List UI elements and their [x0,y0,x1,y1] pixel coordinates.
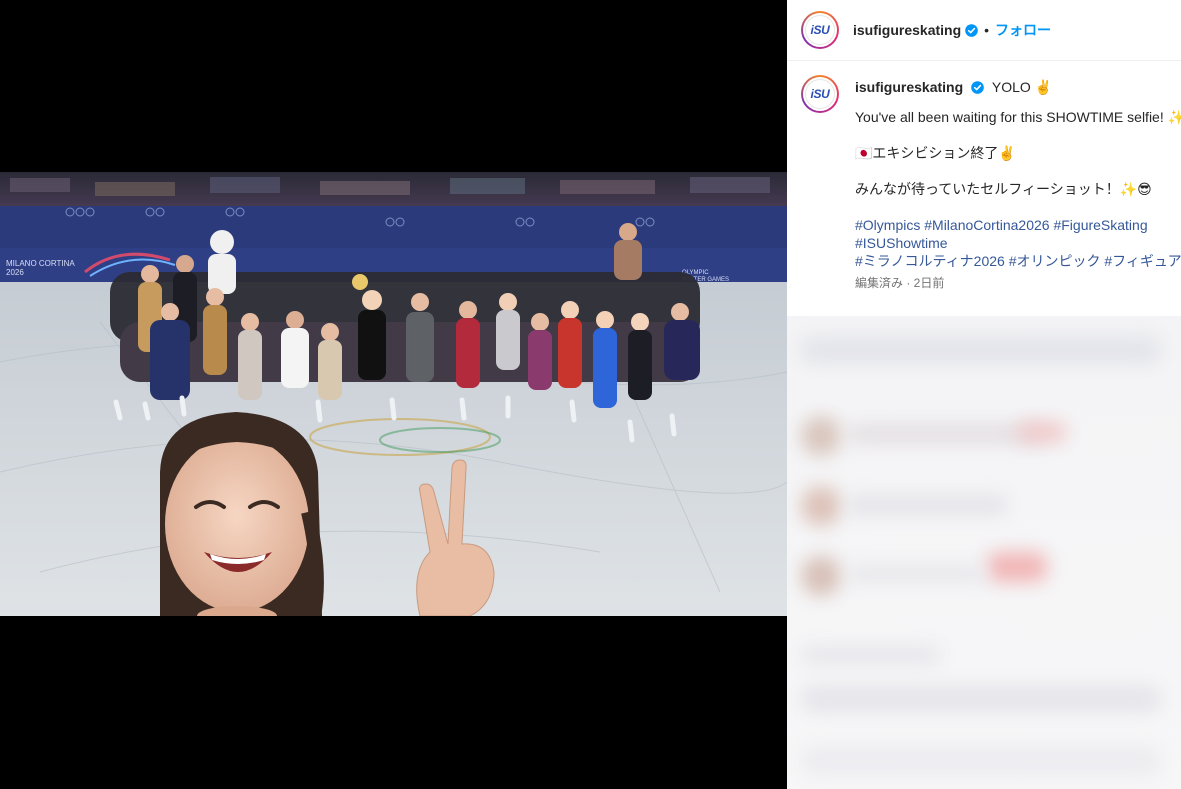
hashtag-link[interactable]: #フィギュア [1104,253,1181,269]
banner-left-text: MILANO CORTINA [6,259,75,268]
caption-username[interactable]: isufigureskating [855,79,963,95]
caption-line-en: You've all been waiting for this SHOWTIM… [855,109,1181,125]
svg-text:2026: 2026 [6,268,24,277]
selfie-person [160,412,324,616]
hashtag-link[interactable]: #オリンピック [1009,253,1101,269]
post-media-area: MILANO CORTINA 2026 OLYMPIC WINTER GAMES [0,0,787,789]
hashtag-list: #Olympics #MilanoCortina2026 #FigureSkat… [855,216,1181,270]
hashtag-link[interactable]: #MilanoCortina2026 [924,217,1049,233]
author-username[interactable]: isufigureskating [853,22,961,38]
caption-line-jp-2: みんなが待っていたセルフィーショット！✨😎 [855,181,1152,197]
hashtag-link[interactable]: #ISUShowtime [855,235,948,251]
caption-line-jp-1: 🇯🇵エキシビション終了✌️ [855,145,1016,161]
blurred-comments-area [787,316,1181,789]
instagram-post-modal: MILANO CORTINA 2026 OLYMPIC WINTER GAMES [0,0,1181,789]
post-photo[interactable]: MILANO CORTINA 2026 OLYMPIC WINTER GAMES [0,172,787,616]
selfie-illustration: MILANO CORTINA 2026 OLYMPIC WINTER GAMES [0,172,787,616]
post-header: iSU isufigureskating • フォロー [787,0,1181,61]
hashtag-link[interactable]: #Olympics [855,217,920,233]
caption-title: YOLO ✌️ [991,79,1053,95]
hashtag-link[interactable]: #ミラノコルティナ2026 [855,253,1005,269]
hashtag-link[interactable]: #FigureSkating [1053,217,1147,233]
verified-badge-icon [971,81,984,94]
post-meta: 編集済み · 2日前 [855,276,945,290]
post-side-panel: iSU isufigureskating • フォロー iSU isufigur… [787,0,1181,789]
isu-logo: iSU [805,79,835,109]
isu-logo: iSU [805,15,835,45]
follow-button[interactable]: フォロー [995,20,1051,40]
separator-dot: • [984,22,990,38]
verified-badge-icon [965,23,978,37]
caption-author-avatar[interactable]: iSU [801,75,839,113]
post-caption: iSU isufigureskating YOLO ✌️ You've all … [787,61,1181,291]
author-avatar[interactable]: iSU [801,11,839,49]
